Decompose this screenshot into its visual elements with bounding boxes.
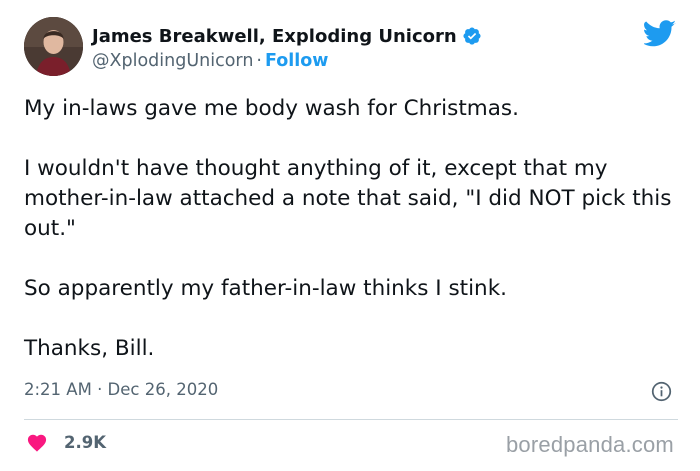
divider [24, 419, 678, 420]
avatar[interactable] [24, 17, 83, 76]
tweet-paragraph: Thanks, Bill. [24, 336, 155, 361]
heart-icon [26, 432, 48, 452]
tweet-card: James Breakwell, Exploding Unicorn @Xplo… [0, 0, 700, 471]
twitter-bird-icon[interactable] [642, 20, 676, 47]
tweet-timestamp[interactable]: 2:21 AM · Dec 26, 2020 [24, 380, 218, 399]
like-button[interactable]: 2.9K [26, 430, 106, 454]
like-count: 2.9K [64, 432, 107, 452]
info-icon[interactable] [651, 381, 672, 402]
tweet-paragraph: So apparently my father-in-law thinks I … [24, 276, 507, 301]
watermark: boredpanda.com [506, 432, 674, 457]
author-name-row: James Breakwell, Exploding Unicorn [92, 24, 482, 48]
author-handle-row: @XplodingUnicorn · Follow [92, 51, 328, 71]
author-display-name[interactable]: James Breakwell, Exploding Unicorn [92, 26, 457, 47]
follow-button[interactable]: Follow [265, 51, 328, 71]
tweet-text: My in-laws gave me body wash for Christm… [24, 94, 684, 364]
tweet-paragraph: I wouldn't have thought anything of it, … [24, 156, 672, 241]
tweet-paragraph: My in-laws gave me body wash for Christm… [24, 96, 519, 121]
handle-separator: · [256, 51, 262, 71]
verified-badge-icon [462, 26, 482, 46]
author-handle[interactable]: @XplodingUnicorn [92, 51, 253, 71]
avatar-image [24, 17, 83, 76]
